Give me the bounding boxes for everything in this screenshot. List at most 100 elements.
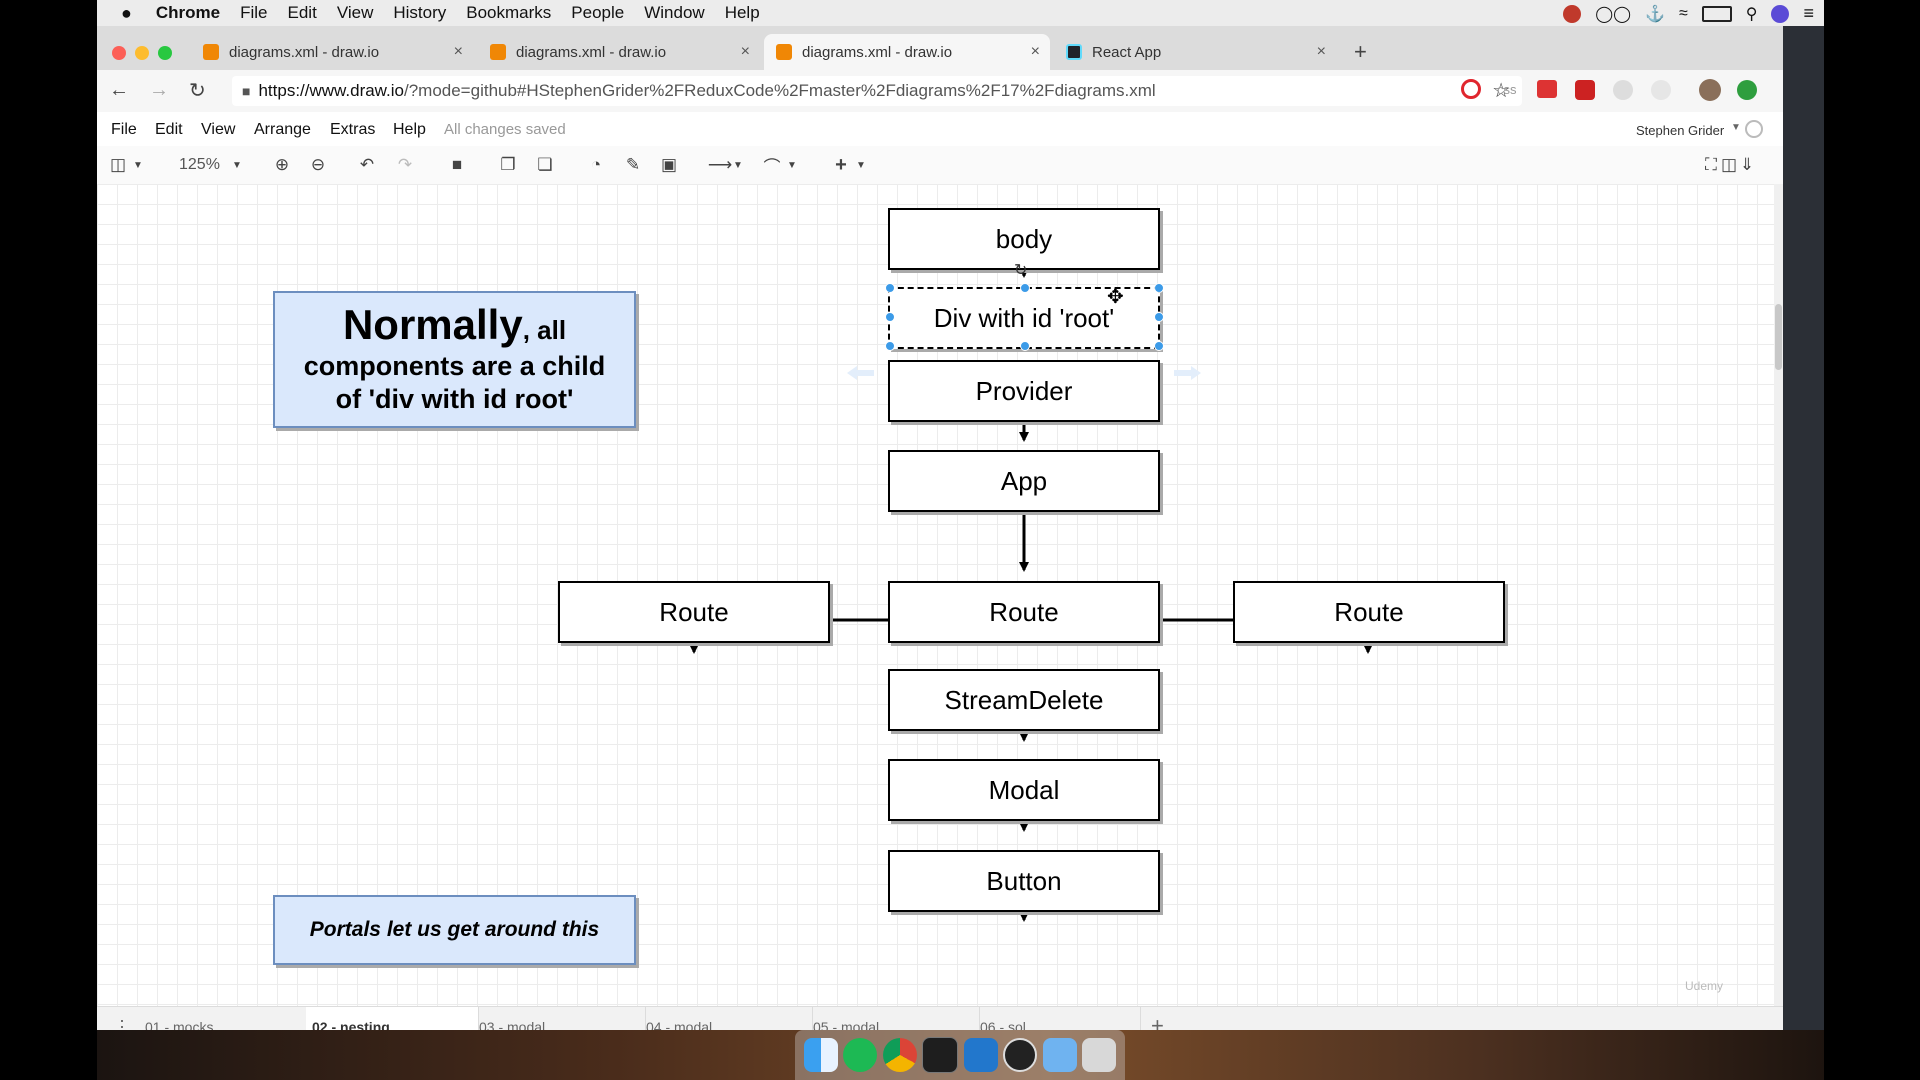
user-dropdown-icon[interactable]: ▼ [1731, 122, 1741, 133]
terminal-icon[interactable] [922, 1037, 959, 1073]
extension-grey-icon-2[interactable] [1651, 80, 1671, 100]
collapse-icon[interactable]: ⇓ [1736, 154, 1758, 176]
menu-history[interactable]: History [393, 3, 446, 23]
glasses-icon[interactable]: ◯◯ [1595, 4, 1631, 24]
menu-window[interactable]: Window [644, 3, 704, 23]
chevron-down-icon[interactable]: ▼ [727, 154, 749, 176]
resize-handle-s[interactable] [1020, 341, 1030, 351]
chevron-down-icon[interactable]: ▼ [850, 154, 872, 176]
folder-icon[interactable] [1042, 1038, 1077, 1072]
battery-icon[interactable] [1701, 5, 1732, 22]
page-tab-nesting-active[interactable]: 02 - nesting [306, 1007, 479, 1030]
docker-icon[interactable]: ⚓ [1645, 4, 1665, 24]
chevron-down-icon[interactable]: ▼ [226, 154, 248, 176]
extension-grey-icon[interactable] [1613, 80, 1633, 100]
profile-avatar[interactable] [1699, 79, 1721, 101]
menu-edit[interactable]: Edit [155, 121, 183, 139]
page-tab-modal-2[interactable]: 04 - modal [640, 1007, 813, 1030]
vertical-scrollbar-thumb[interactable] [1775, 304, 1782, 370]
menu-view[interactable]: View [337, 3, 374, 23]
search-icon[interactable]: ⚲ [1746, 4, 1758, 24]
format-panel-icon[interactable]: ◫ [107, 154, 129, 176]
node-provider[interactable]: Provider [888, 360, 1160, 422]
trash-icon[interactable] [1082, 1038, 1117, 1072]
node-route-left[interactable]: Route [558, 581, 830, 643]
obs-icon[interactable] [1003, 1038, 1038, 1072]
tab-close-icon[interactable]: × [1317, 43, 1326, 61]
back-icon[interactable]: ← [109, 79, 129, 102]
siri-icon[interactable] [1771, 4, 1790, 23]
resize-handle-e[interactable] [1154, 312, 1164, 322]
page-tab-modal-1[interactable]: 03 - modal [473, 1007, 646, 1030]
resize-handle-w[interactable] [885, 312, 895, 322]
new-tab-button[interactable]: + [1354, 39, 1367, 65]
page-tab-modal-3[interactable]: 05 - modal [807, 1007, 980, 1030]
forward-icon[interactable]: → [149, 79, 169, 102]
tab-drawio-1[interactable]: diagrams.xml - draw.io × [191, 34, 473, 70]
menu-extras[interactable]: Extras [330, 121, 375, 139]
menu-file[interactable]: File [111, 121, 137, 139]
menu-view[interactable]: View [201, 121, 235, 139]
tab-close-icon[interactable]: × [454, 43, 463, 61]
notification-center-icon[interactable]: ≡ [1803, 3, 1814, 24]
waypoints-icon[interactable]: ⌒ [761, 154, 783, 177]
node-stream-delete[interactable]: StreamDelete [888, 669, 1160, 731]
rotate-handle-icon[interactable]: ↻ [1014, 260, 1027, 280]
tab-drawio-active[interactable]: diagrams.xml - draw.io × [764, 34, 1050, 70]
note-portals[interactable]: Portals let us get around this [273, 895, 636, 965]
diagram-canvas[interactable]: Normally, all components are a child of … [97, 184, 1774, 1016]
extension-opera-icon[interactable] [1461, 79, 1481, 99]
note-normally[interactable]: Normally, all components are a child of … [273, 291, 636, 428]
chrome-icon[interactable] [882, 1038, 917, 1072]
node-route-right[interactable]: Route [1233, 581, 1505, 643]
tab-drawio-2[interactable]: diagrams.xml - draw.io × [478, 34, 760, 70]
chevron-down-icon[interactable]: ▼ [127, 154, 149, 176]
url-bar[interactable]: ■ https://www.draw.io/?mode=github#HSteph… [232, 76, 1522, 106]
extension-shield-icon[interactable] [1575, 80, 1595, 100]
menu-people[interactable]: People [571, 3, 624, 23]
language-globe-icon[interactable] [1745, 120, 1763, 138]
menu-edit[interactable]: Edit [288, 3, 317, 23]
minimize-window-button[interactable] [135, 46, 149, 60]
menu-arrange[interactable]: Arrange [254, 121, 311, 139]
menu-bookmarks[interactable]: Bookmarks [466, 3, 551, 23]
menu-file[interactable]: File [240, 3, 267, 23]
update-icon[interactable] [1737, 80, 1757, 100]
node-route-center[interactable]: Route [888, 581, 1160, 643]
apple-icon[interactable]: ● [121, 3, 132, 24]
node-button[interactable]: Button [888, 850, 1160, 912]
zoom-out-icon[interactable]: ⊖ [307, 154, 329, 176]
undo-icon[interactable]: ↶ [356, 154, 378, 176]
delete-icon[interactable]: ■ [446, 154, 468, 176]
app-status-icon[interactable] [1563, 4, 1582, 23]
node-app[interactable]: App [888, 450, 1160, 512]
redo-icon[interactable]: ↷ [394, 154, 416, 176]
vscode-icon[interactable] [963, 1038, 998, 1072]
node-modal[interactable]: Modal [888, 759, 1160, 821]
finder-icon[interactable] [803, 1038, 838, 1072]
spotify-icon[interactable] [843, 1038, 878, 1072]
resize-handle-se[interactable] [1154, 341, 1164, 351]
resize-handle-nw[interactable] [885, 283, 895, 293]
tab-react-app[interactable]: React App × [1054, 34, 1336, 70]
resize-handle-ne[interactable] [1154, 283, 1164, 293]
insert-icon[interactable]: + [830, 154, 852, 176]
tab-close-icon[interactable]: × [1031, 43, 1040, 61]
page-tab-mocks[interactable]: 01 - mocks [139, 1007, 312, 1030]
reload-icon[interactable]: ↻ [189, 78, 206, 103]
chevron-down-icon[interactable]: ▼ [781, 154, 803, 176]
zoom-level[interactable]: 125% [179, 156, 220, 174]
to-back-icon[interactable]: ❏ [534, 154, 556, 176]
menu-help[interactable]: Help [725, 3, 760, 23]
resize-handle-n[interactable] [1020, 283, 1030, 293]
menu-app-chrome[interactable]: Chrome [156, 3, 220, 23]
user-name[interactable]: Stephen Grider [1636, 123, 1724, 138]
zoom-window-button[interactable] [158, 46, 172, 60]
page-tab-sol[interactable]: 06 - sol [974, 1007, 1141, 1030]
line-color-icon[interactable]: ✎ [622, 154, 644, 176]
tab-close-icon[interactable]: × [741, 43, 750, 61]
resize-handle-sw[interactable] [885, 341, 895, 351]
pages-menu-icon[interactable]: ⋮ [113, 1017, 131, 1030]
wifi-icon[interactable]: ≈ [1679, 5, 1688, 23]
vertical-scrollbar[interactable] [1774, 184, 1783, 1006]
